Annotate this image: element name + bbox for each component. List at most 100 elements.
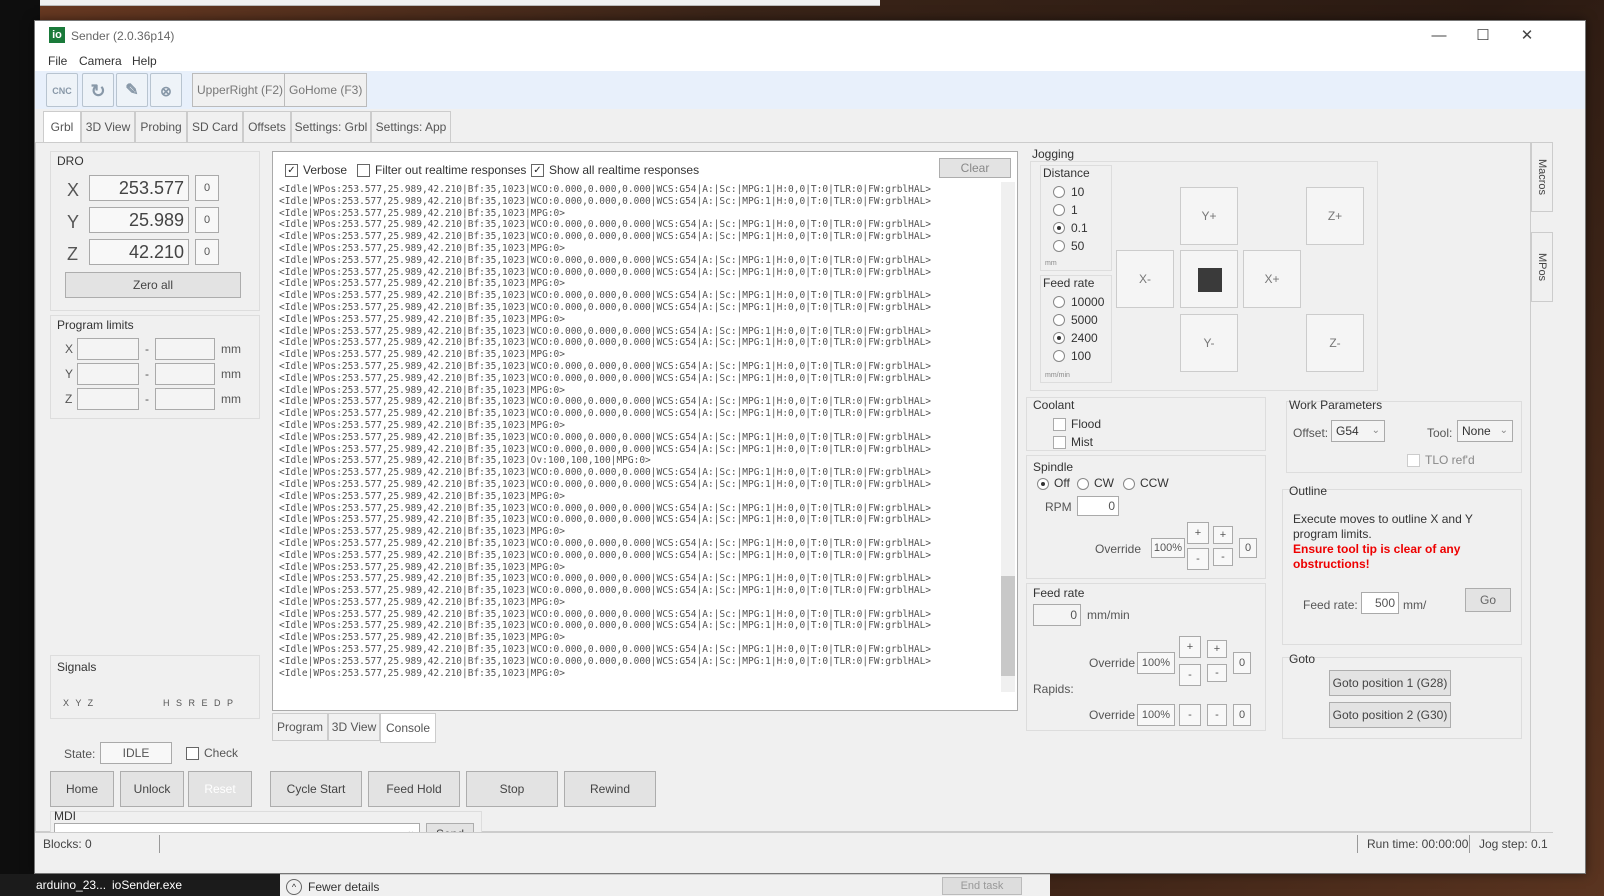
distance-1-radio[interactable] [1053, 204, 1065, 216]
feed-override-plus-1[interactable]: + [1207, 640, 1227, 658]
feed-override-reset[interactable]: 0 [1233, 652, 1251, 674]
tab-mpos[interactable]: MPos [1531, 232, 1553, 302]
console-panel: ✓ Verbose Filter out realtime responses … [272, 151, 1018, 711]
offset-select[interactable]: G54 ⌄ [1331, 420, 1385, 442]
verbose-checkbox[interactable]: ✓ [285, 164, 298, 177]
flood-checkbox[interactable] [1053, 418, 1066, 431]
outline-group: Outline Execute moves to outline X and Y… [1282, 484, 1522, 645]
jog-x-minus-button[interactable]: X- [1116, 250, 1174, 308]
feed-10000-radio[interactable] [1053, 296, 1065, 308]
console-line: <Idle|WPos:253.577,25.989,42.210|Bf:35,1… [279, 290, 932, 302]
reload-icon[interactable]: ↻ [82, 73, 114, 107]
close-button[interactable]: ✕ [1513, 25, 1541, 47]
jog-feed-title: Feed rate [1043, 276, 1095, 290]
dro-y-value: 25.989 [89, 207, 189, 233]
rapids-override-minus-1[interactable]: - [1179, 704, 1201, 726]
jog-stop-button[interactable] [1180, 250, 1238, 308]
show-all-realtime-checkbox[interactable]: ✓ [531, 164, 544, 177]
dro-x-zero[interactable]: 0 [195, 175, 219, 201]
dro-x-label: X [67, 180, 80, 200]
edit-icon[interactable]: ✎ [116, 73, 148, 107]
tab-settings-grbl[interactable]: Settings: Grbl [291, 111, 371, 142]
distance-0.1-radio[interactable] [1053, 222, 1065, 234]
fewer-details-link[interactable]: Fewer details [308, 880, 379, 894]
spindle-override-minus-10[interactable]: - [1187, 548, 1209, 570]
status-bar: Blocks: 0 Run time: 00:00:00 Jog step: 0… [35, 832, 1553, 854]
taskbar-item-arduino[interactable]: arduino_23... [36, 878, 106, 892]
dro-z-zero[interactable]: 0 [195, 239, 219, 265]
chevron-up-icon[interactable]: ^ [286, 879, 302, 895]
tab-3d-view-bottom[interactable]: 3D View [328, 713, 380, 741]
spindle-ccw-radio[interactable] [1123, 478, 1135, 490]
filter-realtime-checkbox[interactable] [357, 164, 370, 177]
tab-macros[interactable]: Macros [1531, 142, 1553, 212]
outline-feed-input[interactable]: 500 [1361, 592, 1399, 614]
tab-offsets[interactable]: Offsets [243, 111, 291, 142]
zero-all-button[interactable]: Zero all [65, 272, 241, 298]
clear-button[interactable]: Clear [939, 158, 1011, 178]
jog-z-minus-button[interactable]: Z- [1306, 314, 1364, 372]
spindle-override-plus-10[interactable]: + [1187, 522, 1209, 544]
limit-z-unit: mm [221, 392, 241, 406]
reset-button[interactable]: Reset [188, 771, 252, 807]
unlock-button[interactable]: Unlock [120, 771, 184, 807]
feed-2400-radio[interactable] [1053, 332, 1065, 344]
jog-y-plus-button[interactable]: Y+ [1180, 187, 1238, 245]
minimize-button[interactable]: — [1425, 25, 1453, 47]
goto-position-2-button[interactable]: Goto position 2 (G30) [1329, 702, 1451, 728]
feed-override-plus-10[interactable]: + [1179, 636, 1201, 658]
home-button[interactable]: Home [50, 771, 114, 807]
rpm-input[interactable]: 0 [1077, 496, 1119, 516]
distance-group: Distance 10 1 0.1 50 mm [1040, 165, 1112, 271]
dro-y-zero[interactable]: 0 [195, 207, 219, 233]
feed-override-minus-10[interactable]: - [1179, 664, 1201, 686]
cnc-file-icon[interactable]: CNC [46, 73, 78, 107]
maximize-button[interactable]: ☐ [1469, 25, 1497, 47]
tab-program[interactable]: Program [272, 713, 328, 741]
spindle-off-radio[interactable] [1037, 478, 1049, 490]
rewind-button[interactable]: Rewind [564, 771, 656, 807]
stop-button[interactable]: Stop [466, 771, 558, 807]
mist-checkbox[interactable] [1053, 436, 1066, 449]
spindle-override-reset[interactable]: 0 [1239, 538, 1257, 558]
upperright-button[interactable]: UpperRight (F2) [192, 73, 289, 107]
menu-help[interactable]: Help [132, 54, 157, 68]
distance-50-radio[interactable] [1053, 240, 1065, 252]
spindle-cw-radio[interactable] [1077, 478, 1089, 490]
console-scroll-thumb[interactable] [1001, 576, 1015, 676]
taskbar-item-iosender[interactable]: ioSender.exe [112, 878, 182, 892]
gohome-button[interactable]: GoHome (F3) [284, 73, 368, 107]
rapids-override-minus-2[interactable]: - [1207, 704, 1227, 726]
spindle-override-minus-1[interactable]: - [1213, 548, 1233, 566]
tab-console[interactable]: Console [380, 713, 436, 743]
menu-camera[interactable]: Camera [79, 54, 122, 68]
end-task-button[interactable]: End task [942, 877, 1022, 895]
limit-x-dash: - [145, 342, 149, 356]
cycle-start-button[interactable]: Cycle Start [270, 771, 362, 807]
feedrate-group: Feed rate 0 mm/min Override 100% + + - -… [1026, 583, 1266, 731]
console-line: <Idle|WPos:253.577,25.989,42.210|Bf:35,1… [279, 514, 932, 526]
outline-go-button[interactable]: Go [1465, 588, 1511, 612]
tlo-checkbox[interactable] [1407, 454, 1420, 467]
check-mode-checkbox[interactable] [186, 747, 199, 760]
tab-probing[interactable]: Probing [135, 111, 187, 142]
jog-x-plus-button[interactable]: X+ [1243, 250, 1301, 308]
feed-override-minus-1[interactable]: - [1207, 664, 1227, 682]
feed-100-radio[interactable] [1053, 350, 1065, 362]
tab-settings-app[interactable]: Settings: App [371, 111, 451, 142]
jog-z-plus-button[interactable]: Z+ [1306, 187, 1364, 245]
feed-5000-radio[interactable] [1053, 314, 1065, 326]
jog-y-minus-button[interactable]: Y- [1180, 314, 1238, 372]
distance-unit: mm [1045, 260, 1057, 267]
feed-hold-button[interactable]: Feed Hold [368, 771, 460, 807]
tab-3d-view[interactable]: 3D View [81, 111, 135, 142]
tab-grbl[interactable]: Grbl [43, 111, 81, 143]
goto-position-1-button[interactable]: Goto position 1 (G28) [1329, 670, 1451, 696]
spindle-override-plus-1[interactable]: + [1213, 526, 1233, 544]
tab-sd-card[interactable]: SD Card [187, 111, 243, 142]
rapids-override-reset[interactable]: 0 [1233, 704, 1251, 726]
distance-10-radio[interactable] [1053, 186, 1065, 198]
menu-file[interactable]: File [48, 54, 67, 68]
close-file-icon[interactable]: ⊗ [150, 73, 182, 107]
tool-select[interactable]: None ⌄ [1457, 420, 1513, 442]
